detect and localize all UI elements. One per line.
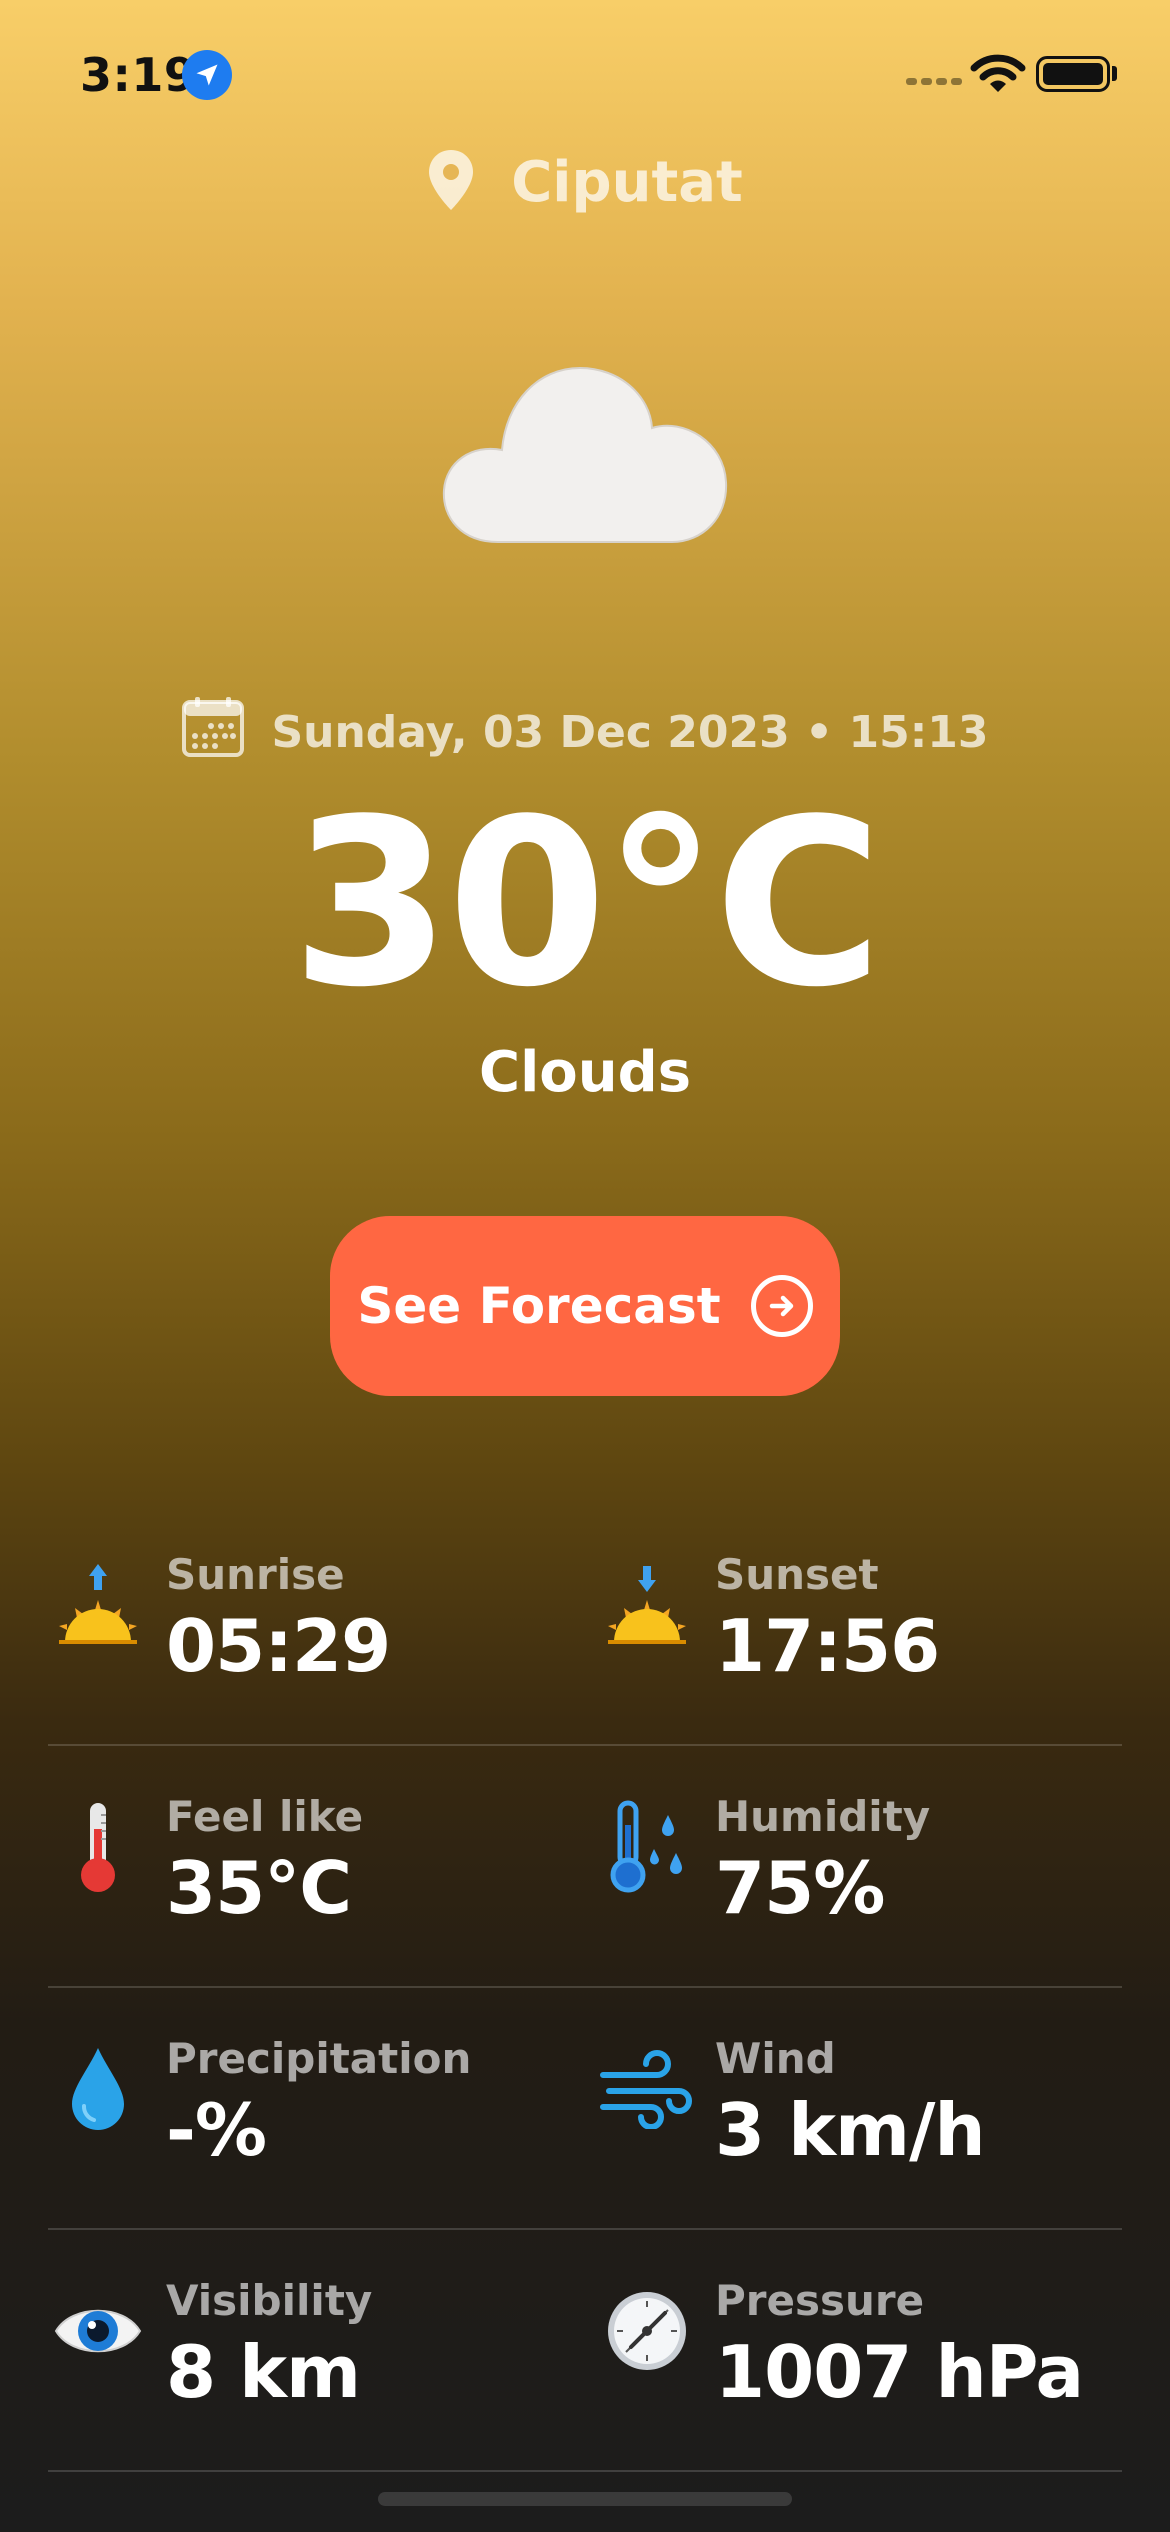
visibility-label: Visibility	[166, 2276, 373, 2325]
battery-tip	[1112, 66, 1117, 81]
divider	[48, 1744, 1122, 1746]
stat-visibility: Visibility 8 km	[48, 2276, 588, 2426]
precipitation-value: -%	[166, 2088, 267, 2172]
sunset-icon	[597, 1550, 697, 1660]
temperature: 30°C	[291, 771, 883, 1038]
wifi-icon	[970, 54, 1026, 98]
cellular-signal-icon	[906, 78, 964, 88]
location-header: Ciputat	[0, 148, 1170, 216]
calendar-icon	[181, 696, 245, 769]
wind-label: Wind	[715, 2034, 836, 2083]
divider	[48, 2228, 1122, 2230]
stat-pressure: Pressure 1007 hPa	[597, 2276, 1137, 2426]
sunrise-value: 05:29	[166, 1604, 391, 1688]
wind-icon	[597, 2034, 697, 2144]
sunrise-label: Sunrise	[166, 1550, 345, 1599]
stat-feel-like: Feel like 35°C	[48, 1792, 588, 1942]
status-time: 3:19	[80, 48, 197, 102]
humidity-icon	[597, 1792, 697, 1902]
wind-value: 3 km/h	[715, 2088, 986, 2172]
home-indicator[interactable]	[378, 2492, 792, 2506]
precipitation-label: Precipitation	[166, 2034, 472, 2083]
arrow-right-circle-icon	[750, 1275, 813, 1337]
eye-icon	[48, 2276, 148, 2386]
stat-sunset: Sunset 17:56	[597, 1550, 1137, 1700]
stat-humidity: Humidity 75%	[597, 1792, 1137, 1942]
divider	[48, 1986, 1122, 1988]
cloud-icon	[440, 362, 730, 556]
location-name: Ciputat	[511, 149, 743, 215]
stat-precipitation: Precipitation -%	[48, 2034, 588, 2184]
pressure-value: 1007 hPa	[715, 2330, 1084, 2414]
see-forecast-label: See Forecast	[357, 1277, 721, 1335]
feel-like-label: Feel like	[166, 1792, 364, 1841]
humidity-label: Humidity	[715, 1792, 931, 1841]
feel-like-value: 35°C	[166, 1846, 352, 1930]
datetime-row: Sunday, 03 Dec 2023 • 15:13	[0, 696, 1170, 769]
location-services-icon	[182, 50, 232, 100]
humidity-value: 75%	[715, 1846, 885, 1930]
gauge-icon	[597, 2276, 697, 2386]
map-pin-icon	[427, 148, 475, 216]
sunrise-icon	[48, 1550, 148, 1660]
droplet-icon	[48, 2034, 148, 2144]
see-forecast-button[interactable]: See Forecast	[330, 1216, 840, 1396]
sunset-value: 17:56	[715, 1604, 940, 1688]
weather-condition: Clouds	[478, 1040, 692, 1105]
sunset-label: Sunset	[715, 1550, 879, 1599]
stat-wind: Wind 3 km/h	[597, 2034, 1137, 2184]
stat-sunrise: Sunrise 05:29	[48, 1550, 588, 1700]
pressure-label: Pressure	[715, 2276, 925, 2325]
datetime-text: Sunday, 03 Dec 2023 • 15:13	[271, 707, 989, 758]
visibility-value: 8 km	[166, 2330, 361, 2414]
divider	[48, 2470, 1122, 2472]
battery-icon	[1036, 56, 1110, 92]
thermometer-icon	[48, 1792, 148, 1902]
